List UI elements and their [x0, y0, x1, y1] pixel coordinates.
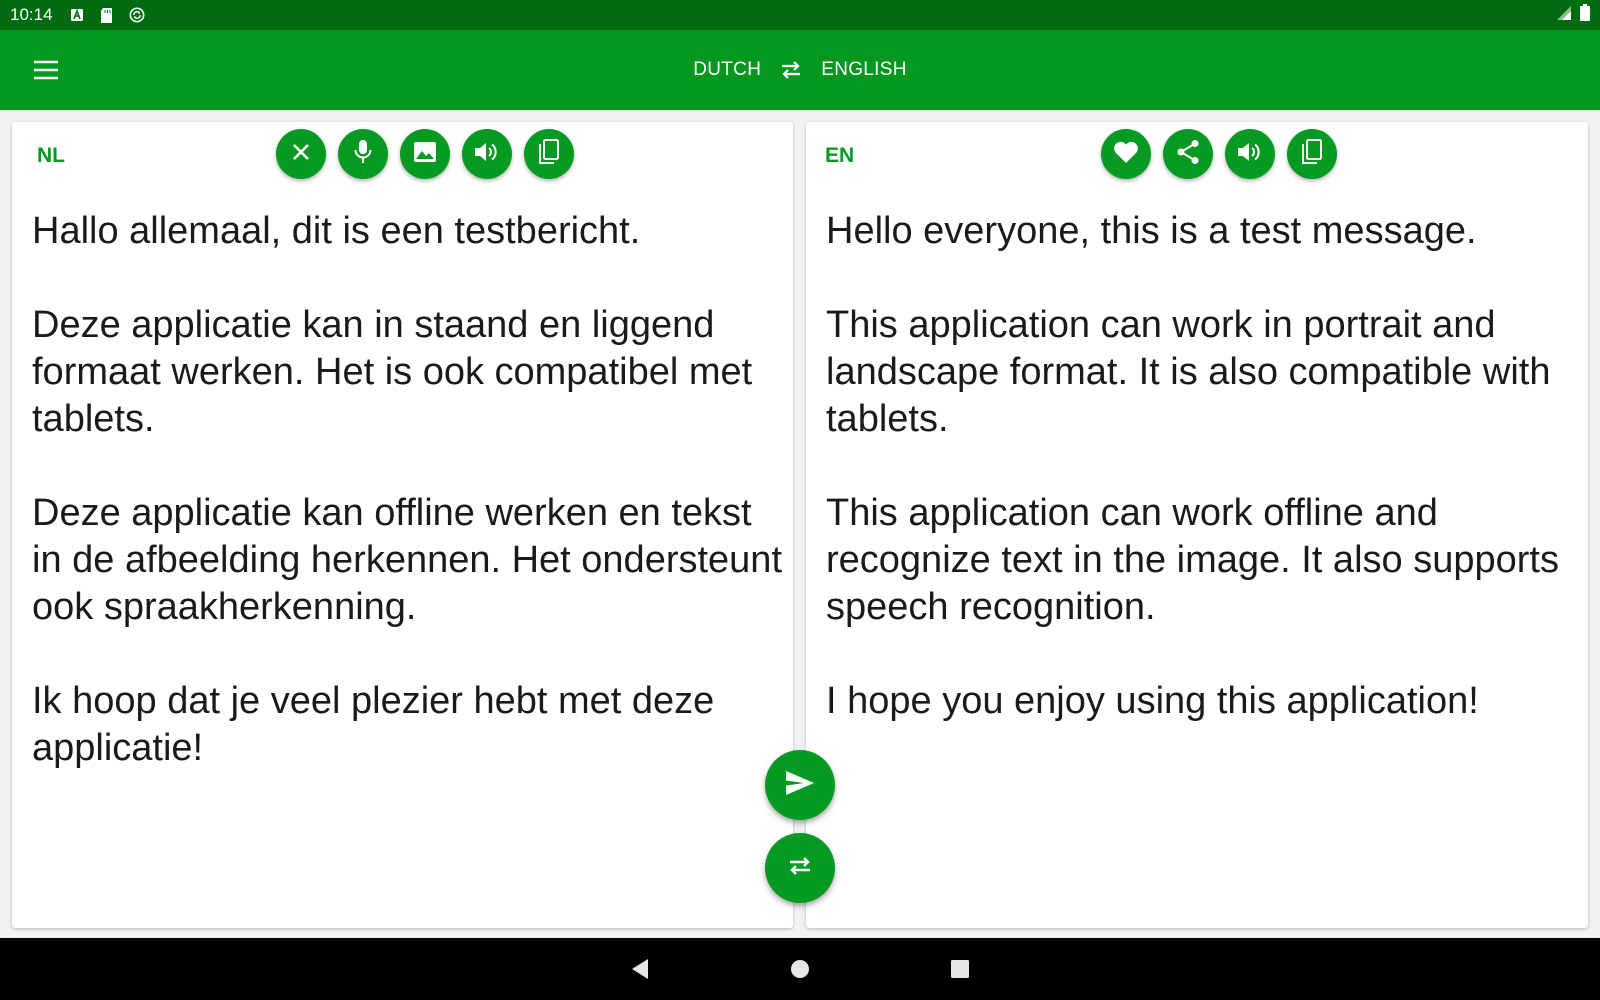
image-button[interactable] — [400, 129, 450, 179]
source-toolbar — [276, 129, 574, 179]
status-time: 10:14 — [10, 5, 53, 24]
share-icon — [1176, 139, 1200, 170]
image-icon — [413, 141, 437, 168]
signal-icon — [1556, 5, 1572, 26]
mic-button[interactable] — [338, 129, 388, 179]
target-panel: EN Hello everyone, this is a test messag… — [806, 122, 1588, 928]
source-panel: NL Hallo allemaal, dit is een testberich… — [12, 122, 793, 928]
recents-icon[interactable] — [940, 949, 980, 989]
sync-circle-icon — [129, 7, 145, 23]
target-language-code: EN — [825, 144, 855, 167]
language-switcher: DUTCH ENGLISH — [0, 30, 1600, 110]
speak-source-button[interactable] — [462, 129, 512, 179]
hamburger-icon[interactable] — [26, 50, 66, 90]
clear-button[interactable] — [276, 129, 326, 179]
target-language-selector[interactable]: ENGLISH — [821, 59, 907, 81]
copy-icon — [538, 138, 560, 170]
copy-source-button[interactable] — [524, 129, 574, 179]
swap-arrows-icon[interactable] — [777, 56, 805, 84]
source-language-code: NL — [37, 144, 65, 167]
translate-button[interactable] — [765, 750, 835, 820]
battery-icon — [1580, 4, 1590, 26]
speaker-icon — [474, 141, 500, 168]
copy-target-button[interactable] — [1287, 129, 1337, 179]
source-language-selector[interactable]: DUTCH — [693, 59, 761, 81]
home-icon[interactable] — [780, 949, 820, 989]
share-button[interactable] — [1163, 129, 1213, 179]
target-toolbar — [1101, 129, 1337, 179]
clear-icon — [290, 141, 312, 168]
app-bar: DUTCH ENGLISH — [0, 30, 1600, 110]
swap-arrows-icon — [787, 855, 813, 882]
target-text-area: Hello everyone, this is a test message. … — [826, 210, 1559, 722]
copy-icon — [1301, 138, 1323, 170]
send-icon — [785, 770, 815, 801]
back-icon[interactable] — [620, 949, 660, 989]
mic-icon — [353, 139, 373, 170]
favorite-button[interactable] — [1101, 129, 1151, 179]
source-text-area[interactable]: Hallo allemaal, dit is een testbericht. … — [32, 208, 782, 772]
a-box-icon — [69, 7, 85, 23]
swap-languages-button[interactable] — [765, 833, 835, 903]
speak-target-button[interactable] — [1225, 129, 1275, 179]
heart-icon — [1113, 140, 1139, 169]
status-bar: 10:14 — [0, 0, 1600, 30]
speaker-icon — [1237, 141, 1263, 168]
system-nav-bar — [0, 938, 1600, 1000]
sd-card-icon — [99, 7, 115, 23]
